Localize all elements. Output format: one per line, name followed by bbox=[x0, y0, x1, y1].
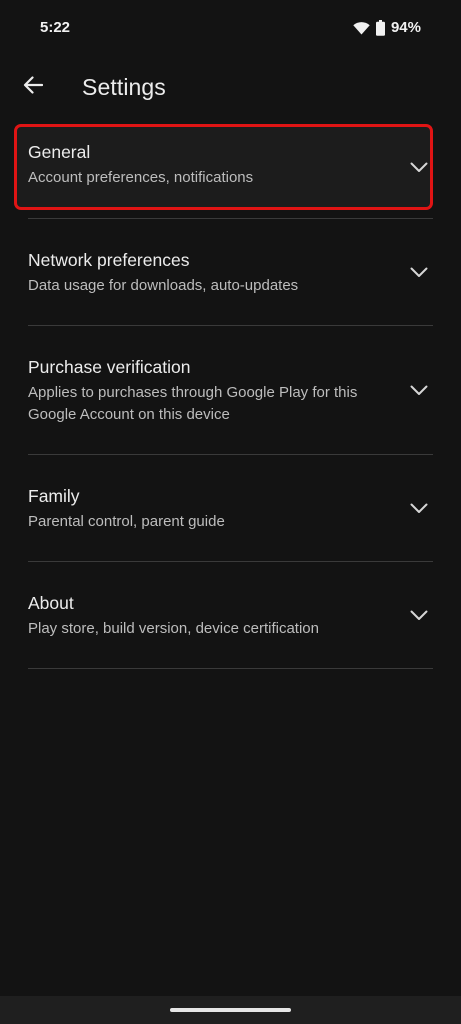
chevron-down-icon[interactable] bbox=[409, 605, 429, 625]
battery-percent: 94% bbox=[390, 19, 421, 36]
app-bar: Settings bbox=[0, 62, 461, 114]
arrow-left-icon bbox=[23, 75, 44, 99]
settings-item-subtitle: Play store, build version, device certif… bbox=[28, 620, 319, 637]
settings-item-title: Network preferences bbox=[28, 250, 190, 270]
divider bbox=[28, 668, 433, 669]
settings-item-title: General bbox=[28, 142, 91, 162]
settings-item-subtitle: Account preferences, notifications bbox=[28, 169, 254, 186]
settings-item-about[interactable]: About Play store, build version, device … bbox=[28, 562, 433, 668]
gesture-nav-bar bbox=[0, 996, 461, 1024]
home-gesture-handle[interactable] bbox=[170, 1008, 291, 1012]
page-title: Settings bbox=[82, 74, 166, 100]
settings-item-purchase-verification[interactable]: Purchase verification Applies to purchas… bbox=[28, 326, 433, 454]
battery-icon bbox=[375, 19, 385, 36]
settings-item-title: Purchase verification bbox=[28, 357, 191, 377]
settings-item-title: Family bbox=[28, 486, 80, 506]
status-icons: 94% bbox=[353, 19, 421, 36]
settings-item-general[interactable]: General Account preferences, notificatio… bbox=[14, 124, 433, 210]
chevron-down-icon[interactable] bbox=[409, 262, 429, 282]
settings-item-family[interactable]: Family Parental control, parent guide bbox=[28, 455, 433, 561]
wifi-icon bbox=[353, 21, 370, 35]
chevron-down-icon[interactable] bbox=[409, 498, 429, 518]
status-bar: 5:22 94% bbox=[0, 0, 461, 56]
settings-list: General Account preferences, notificatio… bbox=[0, 124, 461, 669]
settings-item-subtitle: Applies to purchases through Google Play… bbox=[28, 384, 358, 423]
chevron-down-icon[interactable] bbox=[409, 380, 429, 400]
settings-item-title: About bbox=[28, 593, 74, 613]
status-time: 5:22 bbox=[40, 19, 71, 36]
chevron-down-icon[interactable] bbox=[409, 157, 429, 177]
settings-item-subtitle: Data usage for downloads, auto-updates bbox=[28, 277, 299, 294]
settings-item-subtitle: Parental control, parent guide bbox=[28, 513, 225, 530]
settings-item-network-preferences[interactable]: Network preferences Data usage for downl… bbox=[28, 219, 433, 325]
back-button[interactable] bbox=[14, 68, 52, 106]
